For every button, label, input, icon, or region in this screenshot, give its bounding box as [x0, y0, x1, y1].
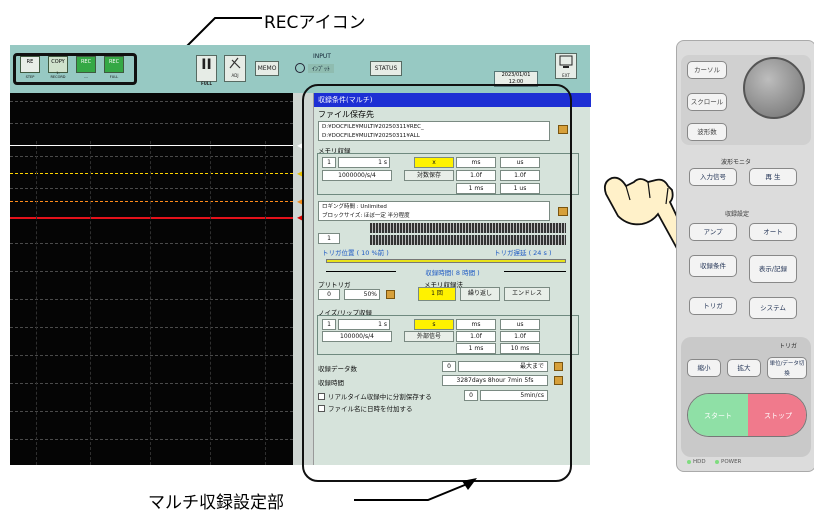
stop-button[interactable]: ストップ — [748, 394, 806, 436]
system-button[interactable]: システム — [749, 297, 797, 319]
page: RECアイコン RE STEP COPY 1-RECORD REC --- REC FU… — [0, 0, 814, 522]
record-condition-button[interactable]: 収録条件 — [689, 255, 737, 277]
led-hdd: HDD — [687, 459, 706, 465]
grid-line — [10, 156, 293, 157]
rec-icon-full[interactable]: REC FULL — [104, 56, 124, 79]
pen-icon — [229, 57, 241, 69]
multi-setting-highlight — [302, 84, 572, 482]
clock-icon — [295, 63, 305, 73]
memo-button[interactable]: MEMO — [255, 61, 279, 76]
rec-icon-copy[interactable]: COPY 1-RECORD — [48, 56, 68, 79]
expand-button[interactable]: 拡大 — [727, 359, 761, 377]
signal-yellow — [10, 173, 293, 174]
display-record-button[interactable]: 表示/記録 — [749, 255, 797, 283]
grid-line — [10, 188, 293, 189]
signal-red — [10, 217, 293, 219]
led-power: POWER — [715, 459, 741, 465]
pen-button[interactable]: ADJ — [224, 55, 246, 82]
grid-line — [10, 101, 293, 102]
input-signal-button[interactable]: 入力信号 — [689, 168, 737, 186]
record-setting-label: 収録設定 — [725, 211, 750, 218]
trigger-label: トリガ — [779, 343, 798, 350]
jog-dial[interactable] — [743, 57, 805, 119]
unit-switch-button[interactable]: 単位/データ切換 — [767, 357, 807, 379]
rec-icon-step[interactable]: RE STEP — [20, 56, 40, 79]
grid-line — [10, 123, 293, 124]
grid-line — [10, 271, 293, 272]
multi-setting-callout: マルチ収録設定部 — [148, 493, 284, 513]
monitor-icon — [559, 55, 573, 68]
cursor-button[interactable]: カーソル — [687, 61, 727, 79]
waveform-area — [10, 93, 293, 465]
monitor-button[interactable]: EXT — [555, 53, 577, 79]
rec-icon-rec[interactable]: REC --- — [76, 56, 96, 79]
trigger-button[interactable]: トリガ — [689, 297, 737, 315]
grid-line — [10, 411, 293, 412]
pause-button[interactable]: II FULL — [196, 55, 217, 86]
grid-line — [10, 355, 293, 356]
grid-line — [10, 383, 293, 384]
wave-count-button[interactable]: 波形数 — [687, 123, 727, 141]
signal-white — [10, 145, 293, 146]
start-stop-pill: スタート ストップ — [687, 393, 807, 437]
grid-line — [10, 439, 293, 440]
rec-icon-callout: RECアイコン — [264, 13, 366, 33]
grid-line — [10, 327, 293, 328]
scroll-button[interactable]: スクロール — [687, 93, 727, 111]
auto-button[interactable]: オート — [749, 223, 797, 241]
callout-arrow-bottom — [354, 478, 477, 501]
grid-line — [10, 243, 293, 244]
shrink-button[interactable]: 縮小 — [687, 359, 721, 377]
start-button[interactable]: スタート — [688, 394, 748, 436]
input-indicator: INPUT ｲﾝﾌﾟｯﾄ — [295, 53, 351, 85]
amp-button[interactable]: アンプ — [689, 223, 737, 241]
play-button[interactable]: 再 生 — [749, 168, 797, 186]
hardware-panel: カーソル スクロール 波形数 波形モニタ 入力信号 再 生 収録設定 アンプ オ… — [676, 40, 814, 472]
signal-orange — [10, 201, 293, 202]
status-button[interactable]: STATUS — [370, 61, 402, 76]
monitor-label: 波形モニタ — [721, 159, 752, 166]
grid-line — [10, 299, 293, 300]
